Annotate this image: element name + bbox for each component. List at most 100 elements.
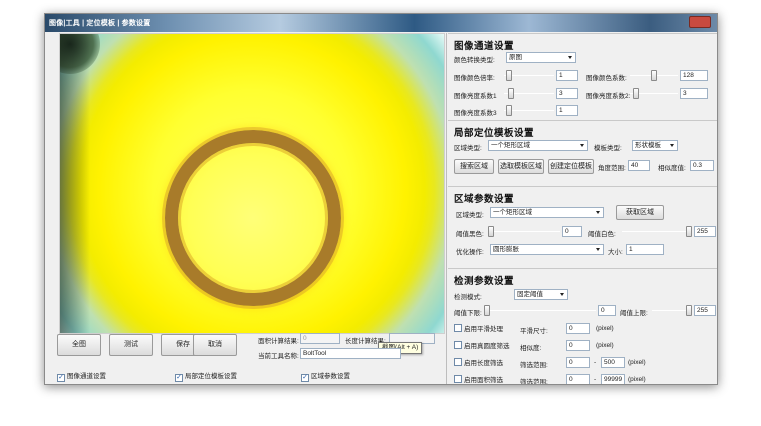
slider-track (488, 231, 560, 232)
length-max-field[interactable]: 500 (601, 357, 625, 368)
smooth-checkbox[interactable]: 启用平滑处理 (454, 324, 503, 334)
optimize-select[interactable]: 圆形膨胀 (490, 244, 604, 255)
template-type-select[interactable]: 形状模板 (632, 140, 678, 151)
roundness-checkbox[interactable]: 启用真圆度筛选 (454, 341, 510, 351)
slider-thumb[interactable] (686, 305, 692, 316)
smooth-size-label: 平滑尺寸: (520, 328, 548, 335)
tool-name-field[interactable]: BoltTool (300, 348, 401, 359)
search-region-button[interactable]: 搜索区域 (454, 159, 494, 174)
black-threshold-label: 阈值黑色: (456, 231, 484, 238)
optimize-label: 优化操作: (456, 249, 484, 256)
smooth-size-field[interactable]: 0 (566, 323, 590, 334)
detect-mode-select[interactable]: 固定阈值 (514, 289, 568, 300)
slider-thumb[interactable] (484, 305, 490, 316)
chevron-down-icon (580, 144, 584, 147)
slider-thumb[interactable] (686, 226, 692, 237)
title-bar[interactable]: 图像|工具 | 定位模板 | 参数设置 (45, 14, 717, 32)
contrast2-field[interactable]: 3 (680, 88, 708, 99)
region-type-label: 区域类型: (456, 212, 484, 219)
checkbox-icon[interactable]: ✓ (301, 374, 309, 382)
checkbox-icon[interactable] (454, 375, 462, 383)
unit-label: (pixel) (628, 359, 646, 366)
color-type-select[interactable]: 原图 (506, 52, 576, 63)
area-max-field[interactable]: 99999 (601, 374, 625, 384)
upper-threshold-slider[interactable] (652, 305, 692, 316)
contrast2-slider[interactable] (630, 88, 678, 99)
test-button[interactable]: 测试 (109, 334, 153, 356)
lower-threshold-field[interactable]: 0 (598, 305, 616, 316)
color-type-value: 原图 (509, 54, 522, 61)
checkbox-icon[interactable] (454, 358, 462, 366)
contrast1-field[interactable]: 3 (556, 88, 578, 99)
tool-name-label: 当前工具名称: (258, 353, 299, 360)
slider-thumb[interactable] (633, 88, 639, 99)
region-type-select[interactable]: 一个矩形区域 (490, 207, 604, 218)
color-coef-label: 图像颜色系数: (586, 75, 627, 82)
locate-template-checkbox[interactable]: ✓ 局部定位模板设置 (175, 372, 237, 382)
chevron-down-icon (670, 144, 674, 147)
contrast3-label: 图像亮度系数3 (454, 110, 497, 117)
close-button[interactable] (689, 16, 711, 28)
upper-threshold-field[interactable]: 255 (694, 305, 716, 316)
size-field[interactable]: 1 (626, 244, 664, 255)
unit-label: (pixel) (628, 376, 646, 383)
main-window: 图像|工具 | 定位模板 | 参数设置 全图 测试 保存 取消 面积计算结果: … (44, 13, 718, 385)
locate-region-type-value: 一个矩形区域 (491, 142, 530, 149)
white-threshold-label: 阈值白色: (588, 231, 616, 238)
chevron-down-icon (596, 211, 600, 214)
chevron-down-icon (596, 248, 600, 251)
slider-thumb[interactable] (508, 88, 514, 99)
slider-thumb[interactable] (506, 105, 512, 116)
select-template-button[interactable]: 选取模板区域 (498, 159, 544, 174)
contrast3-field[interactable]: 1 (556, 105, 578, 116)
gain-label: 图像颜色倍率: (454, 75, 495, 82)
slider-thumb[interactable] (506, 70, 512, 81)
color-coef-field[interactable]: 128 (680, 70, 708, 81)
panel-divider (446, 33, 447, 384)
checkbox-icon[interactable] (454, 324, 462, 332)
slider-thumb[interactable] (488, 226, 494, 237)
area-filter-checkbox[interactable]: 启用面积筛选 (454, 375, 503, 384)
color-type-label: 颜色转换类型: (454, 57, 495, 64)
contrast3-slider[interactable] (504, 105, 554, 116)
region-type-value: 一个矩形区域 (493, 209, 532, 216)
length-min-field[interactable]: 0 (566, 357, 590, 368)
length-filter-checkbox[interactable]: 启用长度筛选 (454, 358, 503, 368)
gain-slider[interactable] (504, 70, 554, 81)
full-image-button[interactable]: 全图 (57, 334, 101, 356)
left-shadow (60, 34, 90, 333)
optimize-value: 圆形膨胀 (493, 246, 519, 253)
checkbox-icon[interactable]: ✓ (57, 374, 65, 382)
region-panel-title: 区域参数设置 (454, 194, 515, 205)
get-region-button[interactable]: 获取区域 (616, 205, 664, 220)
area-result-label: 面积计算结果: (258, 338, 299, 345)
channel-panel-title: 图像通道设置 (454, 41, 515, 52)
template-type-label: 模板类型: (594, 145, 622, 152)
checkbox-icon[interactable]: ✓ (175, 374, 183, 382)
contrast1-slider[interactable] (504, 88, 554, 99)
image-viewport[interactable] (59, 33, 445, 334)
black-threshold-slider[interactable] (488, 226, 560, 237)
channel-settings-checkbox[interactable]: ✓ 图像通道设置 (57, 372, 106, 382)
checkbox-label: 区域参数设置 (311, 373, 350, 380)
checkbox-label: 局部定位模板设置 (185, 373, 237, 380)
slider-thumb[interactable] (651, 70, 657, 81)
roundness-field[interactable]: 0 (566, 340, 590, 351)
checkbox-icon[interactable] (454, 341, 462, 349)
chevron-down-icon (560, 293, 564, 296)
similarity-field[interactable]: 0.3 (690, 160, 714, 171)
locate-region-type-select[interactable]: 一个矩形区域 (488, 140, 588, 151)
region-params-checkbox[interactable]: ✓ 区域参数设置 (301, 372, 350, 382)
cancel-button[interactable]: 取消 (193, 334, 237, 356)
gain-field[interactable]: 1 (556, 70, 578, 81)
area-min-field[interactable]: 0 (566, 374, 590, 384)
white-threshold-field[interactable]: 255 (694, 226, 716, 237)
angle-field[interactable]: 40 (628, 160, 650, 171)
color-coef-slider[interactable] (630, 70, 678, 81)
create-template-button[interactable]: 创建定位模板 (548, 159, 594, 174)
white-threshold-slider[interactable] (622, 226, 692, 237)
black-threshold-field[interactable]: 0 (562, 226, 582, 237)
lower-threshold-slider[interactable] (484, 305, 596, 316)
range-dash: - (594, 359, 597, 366)
checkbox-label: 启用长度筛选 (464, 360, 503, 367)
